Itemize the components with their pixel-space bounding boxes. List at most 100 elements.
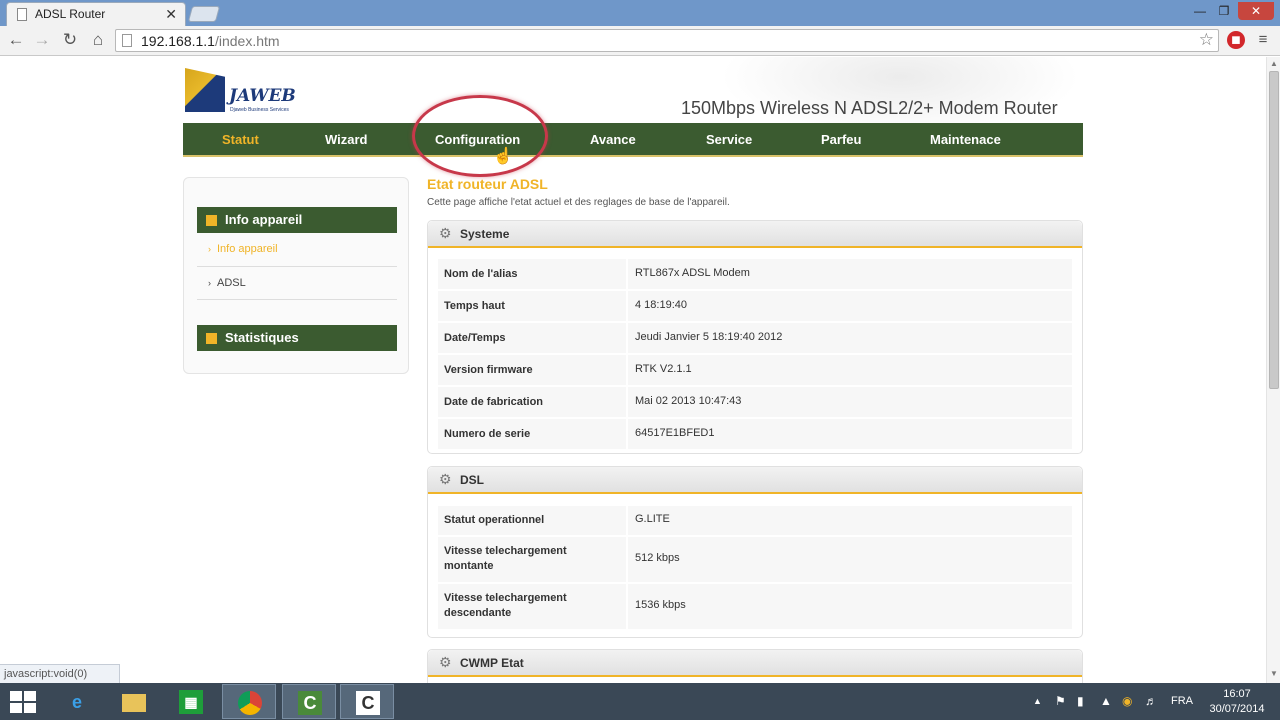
- row-value: 4 18:19:40: [635, 299, 687, 311]
- table-row: Date de fabrication Mai 02 2013 10:47:43: [438, 387, 1072, 417]
- camtasia-icon[interactable]: C: [282, 684, 336, 719]
- row-key: Numero de serie: [444, 428, 531, 440]
- page-icon: [17, 8, 27, 21]
- row-key: Version firmware: [444, 364, 533, 376]
- scrollbar-thumb[interactable]: [1269, 71, 1279, 389]
- extension-stop-icon[interactable]: ◼: [1227, 31, 1245, 49]
- sidebar-section-label: Info appareil: [225, 212, 303, 227]
- panel-header: ⚙ CWMP Etat: [428, 650, 1082, 677]
- back-arrow-icon[interactable]: ←: [6, 30, 26, 50]
- browser-menu-icon[interactable]: ≡: [1256, 31, 1270, 49]
- table-row: Temps haut 4 18:19:40: [438, 291, 1072, 321]
- row-value: 1536 kbps: [635, 599, 686, 611]
- page-icon: [122, 34, 132, 47]
- sidebar-item-info-appareil[interactable]: › Info appareil: [208, 243, 278, 255]
- main-navigation: Statut Wizard Configuration Avance Servi…: [183, 123, 1083, 157]
- row-value: Mai 02 2013 10:47:43: [635, 395, 742, 407]
- panel-title: CWMP Etat: [460, 656, 524, 670]
- gear-icon: ⚙: [439, 225, 452, 241]
- forward-arrow-icon[interactable]: →: [32, 30, 52, 50]
- bookmark-star-icon[interactable]: ☆: [1199, 30, 1214, 50]
- chrome-icon[interactable]: [222, 684, 276, 719]
- reload-icon[interactable]: ↻: [60, 30, 80, 50]
- row-key: Vitesse telechargement descendante: [444, 592, 567, 619]
- gear-icon: ⚙: [439, 471, 452, 487]
- panel-header: ⚙ DSL: [428, 467, 1082, 494]
- address-bar[interactable]: 192.168.1.1/index.htm ☆: [115, 29, 1219, 52]
- restore-window-button[interactable]: ❐: [1214, 2, 1234, 20]
- sidebar-section-statistiques[interactable]: Statistiques: [197, 325, 397, 351]
- row-value: Jeudi Janvier 5 18:19:40 2012: [635, 331, 783, 343]
- gear-icon: ⚙: [439, 654, 452, 670]
- vertical-scrollbar[interactable]: ▲ ▼: [1266, 57, 1280, 683]
- row-value: 64517E1BFED1: [635, 427, 715, 439]
- table-row: Version firmware RTK V2.1.1: [438, 355, 1072, 385]
- sidebar-item-adsl[interactable]: › ADSL: [208, 277, 246, 289]
- table-row: Vitesse telechargement descendante 1536 …: [438, 584, 1072, 629]
- sidebar-section-info-appareil[interactable]: Info appareil: [197, 207, 397, 233]
- nav-item-wizard[interactable]: Wizard: [325, 132, 368, 147]
- row-key: Date/Temps: [444, 332, 506, 344]
- network-signal-icon[interactable]: ▲: [1100, 694, 1112, 708]
- table-row: Nom de l'alias RTL867x ADSL Modem: [438, 259, 1072, 289]
- chevron-right-icon: ›: [208, 278, 211, 288]
- internet-explorer-icon[interactable]: e: [50, 684, 104, 719]
- scroll-down-arrow-icon[interactable]: ▼: [1270, 669, 1278, 678]
- hand-cursor-icon: ☝: [493, 148, 513, 165]
- url-host: 192.168.1.1: [141, 33, 215, 49]
- new-tab-button[interactable]: [187, 6, 221, 22]
- table-row: Statut operationnel G.LITE: [438, 506, 1072, 535]
- browser-tabstrip: ADSL Router ✕ — ❐ ✕: [0, 0, 1280, 26]
- tray-expand-icon[interactable]: ▲: [1033, 696, 1042, 706]
- row-key: Temps haut: [444, 300, 505, 312]
- close-window-button[interactable]: ✕: [1238, 2, 1274, 20]
- nav-item-service[interactable]: Service: [706, 132, 752, 147]
- table-row: Date/Temps Jeudi Janvier 5 18:19:40 2012: [438, 323, 1072, 353]
- divider: [197, 299, 397, 300]
- volume-speaker-icon[interactable]: ♬: [1145, 694, 1157, 708]
- nav-item-maintenace[interactable]: Maintenace: [930, 132, 1001, 147]
- taskbar-clock[interactable]: 16:07 30/07/2014: [1207, 687, 1267, 717]
- panel-title: Systeme: [460, 227, 510, 241]
- row-key: Date de fabrication: [444, 396, 544, 408]
- windows-start-icon[interactable]: [10, 691, 36, 713]
- brand-logo: JAWEB Djaweb Business Services: [183, 64, 303, 117]
- scroll-up-arrow-icon[interactable]: ▲: [1270, 59, 1278, 68]
- content-description: Cette page affiche l'etat actuel et des …: [427, 197, 730, 208]
- nav-item-avance[interactable]: Avance: [590, 132, 636, 147]
- row-value: RTL867x ADSL Modem: [635, 267, 750, 279]
- taskbar: e ▦ C C ▲ ⚑ ▮ ▲ ◉ ♬ FRA 16:07 30/07/2014: [0, 683, 1280, 720]
- file-explorer-icon[interactable]: [107, 684, 161, 719]
- minimize-window-button[interactable]: —: [1190, 2, 1210, 20]
- language-indicator[interactable]: FRA: [1171, 695, 1193, 707]
- status-bubble: javascript:void(0): [0, 664, 120, 683]
- row-key: Nom de l'alias: [444, 268, 518, 280]
- device-icon[interactable]: ▮: [1077, 694, 1084, 708]
- section-square-icon: [206, 215, 217, 226]
- app-tray-icon[interactable]: ◉: [1122, 694, 1132, 708]
- home-icon[interactable]: ⌂: [88, 30, 108, 50]
- close-tab-icon[interactable]: ✕: [165, 6, 177, 23]
- panel-systeme: ⚙ Systeme Nom de l'alias RTL867x ADSL Mo…: [427, 220, 1083, 454]
- sidebar-item-label: Info appareil: [217, 243, 278, 255]
- highlight-circle-annotation: [412, 95, 548, 177]
- row-value: G.LITE: [635, 513, 670, 525]
- browser-toolbar: ← → ↻ ⌂ 192.168.1.1/index.htm ☆ ◼ ≡: [0, 26, 1280, 56]
- nav-item-statut[interactable]: Statut: [222, 132, 259, 147]
- nav-item-parfeu[interactable]: Parfeu: [821, 132, 861, 147]
- camtasia-recorder-icon[interactable]: C: [340, 684, 394, 719]
- row-value: 512 kbps: [635, 552, 680, 564]
- store-icon[interactable]: ▦: [164, 684, 218, 719]
- divider: [197, 266, 397, 267]
- clock-date: 30/07/2014: [1209, 703, 1265, 715]
- action-center-flag-icon[interactable]: ⚑: [1055, 694, 1066, 708]
- row-key: Vitesse telechargement montante: [444, 545, 567, 572]
- row-value: RTK V2.1.1: [635, 363, 692, 375]
- url-text[interactable]: 192.168.1.1/index.htm: [141, 33, 280, 49]
- content-title: Etat routeur ADSL: [427, 176, 548, 192]
- table-row: Vitesse telechargement montante 512 kbps: [438, 537, 1072, 582]
- panel-dsl: ⚙ DSL Statut operationnel G.LITE Vitesse…: [427, 466, 1083, 638]
- row-key: Statut operationnel: [444, 514, 545, 526]
- table-row: Numero de serie 64517E1BFED1: [438, 419, 1072, 449]
- browser-tab[interactable]: ADSL Router ✕: [6, 2, 186, 26]
